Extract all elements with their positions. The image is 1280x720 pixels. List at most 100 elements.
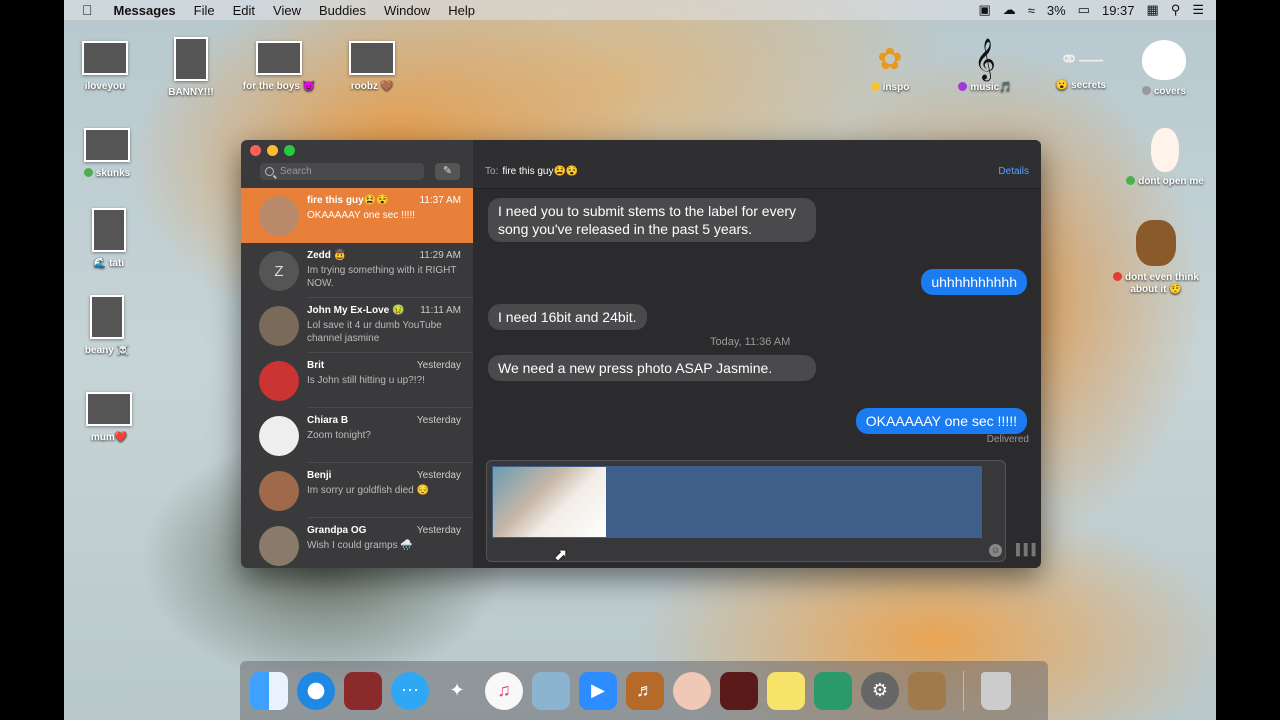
garageband-icon[interactable]: ♬ (626, 671, 664, 710)
desktop:  Messages File Edit View Buddies Window… (64, 0, 1216, 720)
desktop-icon-label: dont even think about it 🤨 (1111, 272, 1201, 296)
message-bubble-received[interactable]: I need you to submit stems to the label … (488, 198, 816, 242)
finder-icon[interactable] (250, 671, 288, 710)
battery-icon[interactable]: ▭ (1078, 2, 1090, 18)
desktop-icon-skunks[interactable]: skunks (64, 128, 162, 179)
message-bubble-sent[interactable]: uhhhhhhhhhh (921, 269, 1027, 295)
conversation-name: Grandpa OG (307, 525, 367, 536)
dock-divider (963, 670, 964, 711)
label-text: skunks (95, 168, 131, 179)
message-bubble-received[interactable]: We need a new press photo ASAP Jasmine. (488, 355, 816, 381)
desktop-icon-label: beany ☠️ (84, 345, 130, 356)
search-placeholder: Search (280, 166, 312, 177)
menu-help[interactable]: Help (439, 3, 484, 18)
avatar (259, 526, 299, 566)
conversation-name: Benji (307, 470, 332, 481)
zoom-button[interactable] (284, 145, 295, 156)
minimize-button[interactable] (267, 145, 278, 156)
conversation-name: Chiara B (307, 415, 349, 426)
wifi-icon[interactable]: ≈ (1028, 3, 1035, 18)
calendar-icon[interactable]: ▦ (1147, 2, 1159, 18)
creative-cloud-icon[interactable]: ☁ (1003, 2, 1016, 18)
trash-icon[interactable] (981, 671, 1011, 710)
photobooth-red-icon[interactable] (720, 671, 758, 710)
menu-view[interactable]: View (264, 3, 310, 18)
audio-message-icon[interactable]: ▌▌▌ (1016, 544, 1039, 556)
recipient-name: fire this guy😫😵 (502, 166, 579, 177)
menu-file[interactable]: File (185, 3, 224, 18)
apple-icon[interactable]:  (64, 2, 105, 18)
sunflower-icon: ✿ (877, 43, 903, 76)
safari-icon[interactable] (297, 671, 335, 710)
desktop-icon-dont-even-think[interactable]: dont even think about it 🤨 (1101, 220, 1211, 296)
treble-clef-icon: 𝄞 (974, 38, 996, 79)
desktop-icon-mum[interactable]: mum❤️ (64, 392, 164, 443)
compose-button[interactable]: ✎ (435, 163, 460, 180)
photo-booth-icon[interactable] (344, 671, 382, 710)
window-controls (250, 145, 295, 156)
camera-icon[interactable]: ▣ (978, 2, 990, 18)
settings-icon[interactable]: ⚙ (861, 671, 899, 710)
conversation-preview: Is John still hitting u up?!?! (307, 375, 425, 386)
image-thumbnail (92, 208, 126, 252)
desktop-icon-label: iloveyou (84, 81, 126, 92)
conversation-item[interactable]: Brit Yesterday Is John still hitting u u… (241, 353, 473, 408)
key-icon: ⚭— (1058, 46, 1104, 73)
desktop-icon-label: roobz 🤎 (350, 81, 394, 92)
desktop-icon-inspo[interactable]: ✿ inspo (835, 38, 945, 93)
attached-image[interactable] (493, 467, 606, 537)
battery-percent[interactable]: 3% (1047, 3, 1066, 18)
desktop-icon-roobz[interactable]: roobz 🤎 (317, 41, 427, 92)
stickies-icon[interactable] (767, 671, 805, 710)
conversation-item[interactable]: Benji Yesterday Im sorry ur goldfish die… (241, 463, 473, 518)
app-menu-messages[interactable]: Messages (105, 3, 185, 18)
clock[interactable]: 19:37 (1102, 3, 1135, 18)
emoji-icon[interactable]: ☺ (989, 544, 1002, 557)
menu-window[interactable]: Window (375, 3, 439, 18)
close-button[interactable] (250, 145, 261, 156)
label-text: dont open me (1138, 176, 1204, 187)
image-thumbnail (349, 41, 395, 75)
desktop-icon-tati[interactable]: 🌊 tati (64, 208, 164, 269)
notification-center-icon[interactable]: ☰ (1192, 2, 1204, 18)
conversation-name: Zedd 🤠 (307, 250, 347, 261)
desktop-icon-label: skunks (83, 168, 131, 179)
chat-header: To: fire this guy😫😵 Details (473, 140, 1041, 189)
conversation-time: Yesterday (416, 415, 461, 426)
label-text: music🎵 (970, 82, 1012, 93)
desktop-icon-beany[interactable]: beany ☠️ (64, 295, 162, 356)
message-bubble-sent[interactable]: OKAAAAAY one sec !!!!! (855, 408, 1027, 434)
spotlight-search-icon[interactable]: ⚲ (1171, 2, 1181, 18)
label-text: inspo (882, 82, 910, 93)
details-button[interactable]: Details (998, 166, 1029, 177)
contacts-icon[interactable] (908, 671, 946, 710)
conversation-item[interactable]: John My Ex-Love 🤢 11:11 AM Lol save it 4… (241, 298, 473, 353)
zoom-icon[interactable]: ▶ (579, 671, 617, 710)
desktop-icon-covers[interactable]: covers (1109, 40, 1216, 97)
desktop-icon-label: 😮 secrets (1055, 80, 1107, 91)
conversation-item[interactable]: Chiara B Yesterday Zoom tonight? (241, 408, 473, 463)
seal-icon[interactable] (532, 671, 570, 710)
face-icon[interactable] (673, 671, 711, 710)
avatar-initial: Z (274, 262, 284, 280)
menu-buddies[interactable]: Buddies (310, 3, 375, 18)
menu-edit[interactable]: Edit (224, 3, 264, 18)
itunes-icon[interactable]: ♫ (485, 671, 523, 710)
conversation-time: Yesterday (416, 525, 461, 536)
conversation-name: Brit (307, 360, 325, 371)
conversation-item[interactable]: fire this guy😫😵 11:37 AM OKAAAAAY one se… (241, 188, 473, 243)
desktop-icon-label: dont open me (1126, 176, 1204, 187)
desktop-icon-dont-open-me[interactable]: dont open me (1110, 128, 1216, 187)
search-input[interactable]: Search (260, 163, 424, 180)
preview-icon[interactable] (814, 671, 852, 710)
desktop-icon-music[interactable]: 𝄞 music🎵 (930, 36, 1040, 93)
rocket-icon[interactable]: ✦ (438, 672, 476, 710)
message-bubble-received[interactable]: I need 16bit and 24bit. (488, 304, 647, 330)
conversation-preview: OKAAAAAY one sec !!!!! (307, 210, 416, 221)
compose-icon: ✎ (442, 165, 453, 177)
chat-pane: To: fire this guy😫😵 Details I need you to… (473, 140, 1041, 568)
conversation-item[interactable]: Grandpa OG Yesterday Wish I could gramps… (241, 518, 473, 568)
recipient-field[interactable]: To: fire this guy😫😵 (485, 166, 578, 177)
messages-icon[interactable]: ⋯ (391, 671, 429, 710)
conversation-item[interactable]: Z Zedd 🤠 11:29 AM Im trying something wi… (241, 243, 473, 298)
